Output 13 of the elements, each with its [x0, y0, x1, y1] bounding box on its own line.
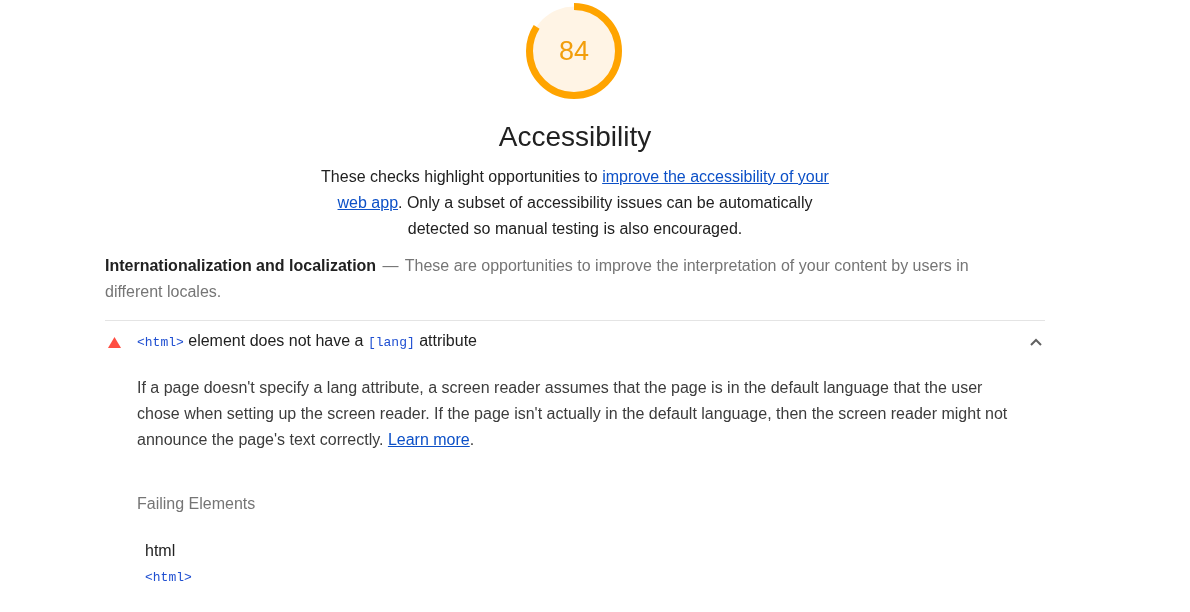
accessibility-link[interactable]: improve the accessibility of your — [602, 168, 829, 185]
node-snippet: <html> — [145, 569, 192, 587]
learn-more-link[interactable]: Learn more — [387, 431, 470, 448]
category-description: These checks highlight opportunities to improve the accessibility of your web app. Only a subset of accessibility issues can be automatically detected so manual testing is also encouraged. — [320, 167, 830, 239]
group-heading: Internationalization and localization — These are opportunities to improve the interpretation of your content by users in different locales. — [105, 253, 1045, 321]
node-label: html — [145, 541, 176, 561]
category-title: Accessibility — [497, 120, 653, 154]
warning-triangle-icon — [108, 336, 121, 348]
audit-title: <html> element does not have a [lang] attribute — [137, 331, 477, 352]
score-value: 84 — [557, 36, 590, 66]
chevron-up-icon[interactable] — [1030, 338, 1042, 346]
audit-description: If a page doesn't specify a lang attribute, a screen reader assumes that the page is in the default language that the user chose when setting up the screen reader. If the page isn't actually in the default language, then the screen reader might not announce the page's text correctly. Learn more. — [137, 378, 1009, 450]
table-heading: Failing Elements — [137, 494, 256, 514]
